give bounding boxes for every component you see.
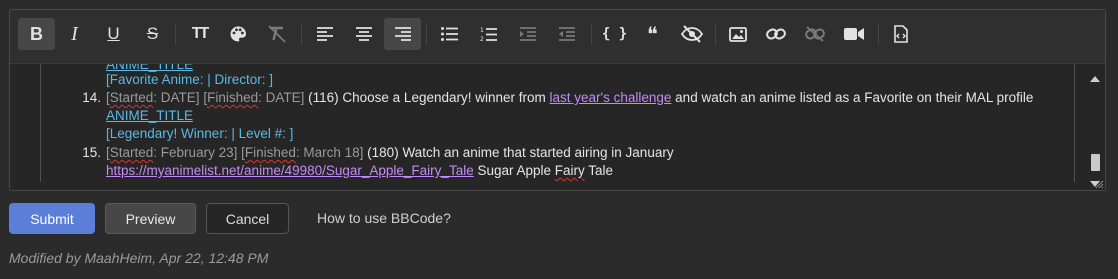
favorite-meta: [Favorite Anime: | Director: ] [106,72,274,87]
image-icon [728,26,747,42]
list-item-15: 15. [Started: February 23] [Finished: Ma… [41,144,1074,162]
item-text: [Started: February 23] [Finished: March … [106,145,674,160]
align-right-button[interactable] [384,18,421,50]
eye-slash-icon [680,25,703,43]
started-value: : DATE] [153,90,200,105]
underline-icon: U [107,24,120,43]
quote-icon: ❝ [647,22,658,46]
anime-title-tag: ANIME_TITLE [106,108,194,123]
title-post: Tale [584,163,614,178]
clear-format-icon [267,25,286,43]
align-left-icon [316,27,333,41]
bbcode-editor: B I U S TT 1 2 {} ❝ ANIME_TITLE [Favori… [9,9,1106,191]
finished-label: Finished [207,90,259,105]
bold-icon: B [30,23,43,44]
file-code-icon [893,25,908,43]
strikethrough-button[interactable]: S [134,18,171,50]
svg-text:2: 2 [480,36,484,42]
bullet-list-button[interactable] [431,18,468,50]
vertical-scrollbar[interactable] [1088,66,1102,187]
italic-button[interactable]: I [56,18,93,50]
remove-format-button[interactable] [258,18,295,50]
image-button[interactable] [719,18,756,50]
text-size-icon: TT [191,25,209,42]
strikethrough-icon: S [146,24,159,43]
numbered-list-button[interactable]: 12 [470,18,507,50]
toolbar-separator [591,23,592,45]
align-right-icon [394,27,411,41]
color-button[interactable] [219,18,256,50]
modified-note: Modified by MaahHeim, Apr 22, 12:48 PM [9,250,269,266]
toolbar-separator [878,23,879,45]
challenge-link[interactable]: last year's challenge [550,90,672,105]
bullet-list-icon [441,27,458,41]
video-camera-icon [843,28,864,40]
scroll-up-icon[interactable] [1090,76,1100,82]
code-button[interactable]: { } [596,18,633,50]
bbcode-help-link[interactable]: How to use BBCode? [317,210,451,226]
unlink-button[interactable] [796,18,833,50]
anime-url-link[interactable]: https://myanimelist.net/anime/49980/Suga… [106,163,474,178]
align-center-button[interactable] [345,18,382,50]
legendary-meta: [Legendary! Winner: | Level #: ] [106,126,294,141]
numbered-list-icon: 12 [480,27,497,42]
item-body-end: and watch an anime listed as a Favorite … [671,90,1034,105]
align-left-button[interactable] [306,18,343,50]
item-text: [Started: DATE] [Finished: DATE] (116) C… [106,90,1034,105]
item-number: 15. [82,145,101,160]
started-label: Started [109,90,154,105]
item-15-url-line: https://myanimelist.net/anime/49980/Suga… [41,162,1074,180]
link-button[interactable] [757,18,794,50]
svg-text:1: 1 [480,27,484,34]
started-label: Started [109,145,154,160]
toolbar-separator [426,23,427,45]
editor-toolbar: B I U S TT 1 2 {} ❝ [10,10,1105,64]
align-center-icon [355,27,372,41]
finished-value: : DATE] [258,90,305,105]
palette-icon [230,26,246,42]
code-icon: { } [601,26,628,42]
submit-button[interactable]: Submit [9,203,95,234]
scrollbar-thumb[interactable] [1091,154,1100,171]
video-button[interactable] [835,18,872,50]
item-body: (116) Choose a Legendary! winner from [304,90,550,105]
finished-label: Finished [244,145,296,160]
started-value: : February 23] [153,145,238,160]
font-size-button[interactable]: TT [181,18,218,50]
finished-value: : March 18] [295,145,364,160]
source-mode-button[interactable] [882,18,919,50]
item-body: (180) Watch an anime that started airing… [363,145,674,160]
list-item-14: 14. [Started: DATE] [Finished: DATE] (11… [41,89,1074,107]
toolbar-separator [301,23,302,45]
toolbar-separator [175,23,176,45]
preview-button[interactable]: Preview [105,203,196,234]
outdent-button[interactable] [548,18,585,50]
indent-button[interactable] [509,18,546,50]
bold-button[interactable]: B [18,18,55,50]
editor-content[interactable]: ANIME_TITLE [Favorite Anime: | Director:… [40,64,1075,182]
underline-button[interactable]: U [95,18,132,50]
cancel-button[interactable]: Cancel [206,203,289,234]
outdent-icon [558,27,575,41]
url-text: https://myanimelist.net/anime/49980/Suga… [106,162,613,180]
title-fairy: Fairy [554,163,585,178]
spoiler-button[interactable] [673,18,710,50]
indent-icon [519,27,536,41]
italic-icon: I [71,22,78,45]
resize-grip-icon[interactable] [1095,180,1104,189]
link-icon [765,28,786,40]
quote-button[interactable]: ❝ [634,18,671,50]
unlink-icon [804,26,825,42]
item-number: 14. [82,90,101,105]
toolbar-separator [715,23,716,45]
title-pre: Sugar Apple [473,163,555,178]
